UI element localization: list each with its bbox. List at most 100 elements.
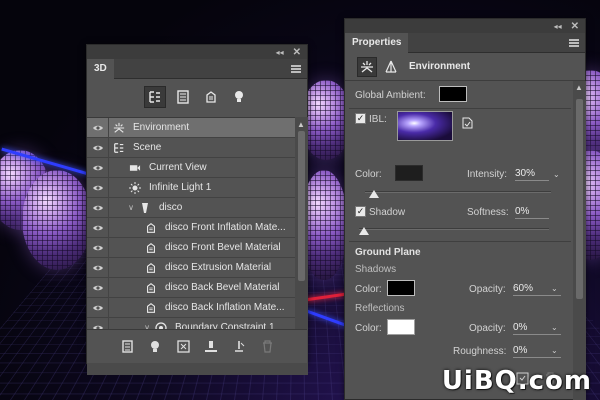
properties-header: Environment	[345, 53, 585, 81]
collapse-icon[interactable]: ◂◂	[276, 48, 284, 57]
close-icon[interactable]: ✕	[293, 47, 301, 58]
constraint-button[interactable]	[231, 339, 247, 355]
new-object-button[interactable]	[175, 339, 191, 355]
shadows-color-label: Color:	[355, 284, 382, 295]
scene-mode-button[interactable]	[381, 57, 401, 77]
softness-slider-knob[interactable]	[359, 227, 369, 235]
chevron-down-icon[interactable]: ⌄	[551, 284, 558, 293]
shadows-opacity-label: Opacity:	[469, 284, 506, 295]
reflections-color-swatch[interactable]	[387, 319, 415, 335]
environment-mode-button[interactable]	[357, 57, 377, 77]
shadow-label: Shadow	[369, 207, 406, 218]
ibl-checkbox[interactable]: ✓	[355, 113, 366, 124]
visibility-eye-icon[interactable]	[87, 158, 109, 178]
ibl-edit-icon[interactable]	[461, 117, 473, 129]
ibl-label: IBL:	[369, 114, 387, 125]
visibility-eye-icon[interactable]	[87, 238, 109, 258]
scroll-up-icon[interactable]: ▲	[575, 83, 583, 92]
expand-chevron-icon[interactable]: ∨	[127, 203, 135, 212]
add-light-button[interactable]	[147, 339, 163, 355]
ground-plane-heading: Ground Plane	[355, 247, 421, 258]
delete-icon	[262, 340, 272, 353]
visibility-eye-icon[interactable]	[87, 258, 109, 278]
softness-slider[interactable]	[359, 228, 549, 230]
tab-3d[interactable]: 3D	[87, 59, 114, 79]
tree-row-label: disco Front Inflation Mate...	[165, 222, 286, 233]
delete-button[interactable]	[259, 339, 275, 355]
panel-3d-bottom-toolbar	[87, 329, 307, 363]
tree-row[interactable]: disco Front Inflation Mate...	[87, 218, 295, 238]
chevron-down-icon[interactable]: ⌄	[551, 346, 558, 355]
tree-row[interactable]: Scene	[87, 138, 295, 158]
visibility-eye-icon[interactable]	[87, 118, 109, 138]
tree-row-label: Current View	[149, 162, 207, 173]
ibl-color-swatch[interactable]	[395, 165, 423, 181]
scroll-up-icon[interactable]: ▲	[297, 120, 305, 129]
visibility-eye-icon[interactable]	[87, 138, 109, 158]
lights-filter-button[interactable]	[228, 86, 250, 108]
close-icon[interactable]: ✕	[571, 21, 579, 32]
tree-row[interactable]: disco Back Bevel Material	[87, 278, 295, 298]
scroll-thumb[interactable]	[576, 99, 583, 299]
environment-icon	[361, 61, 373, 73]
collapse-icon[interactable]: ◂◂	[554, 22, 562, 31]
camera-icon	[129, 162, 141, 174]
properties-scrollbar[interactable]: ▲	[573, 81, 586, 400]
ibl-thumbnail[interactable]	[397, 111, 453, 141]
tree-row-label: disco Extrusion Material	[165, 262, 272, 273]
visibility-eye-icon[interactable]	[87, 198, 109, 218]
global-ambient-label: Global Ambient:	[355, 90, 426, 101]
tree-row[interactable]: Environment	[87, 118, 295, 138]
tree-row-label: disco Back Inflation Mate...	[165, 302, 285, 313]
whole-scene-filter-button[interactable]	[144, 86, 166, 108]
tree-row[interactable]: disco Extrusion Material	[87, 258, 295, 278]
tree-row[interactable]: Current View	[87, 158, 295, 178]
watermark-logo: UiBQ.com	[441, 366, 592, 396]
scroll-thumb[interactable]	[298, 131, 305, 281]
intensity-slider[interactable]	[365, 191, 551, 193]
tab-properties[interactable]: Properties	[345, 33, 409, 53]
panel-3d: ◂◂ ✕ 3D Environment Scene Current View Infi…	[86, 44, 308, 375]
material-icon	[145, 222, 157, 234]
visibility-eye-icon[interactable]	[87, 218, 109, 238]
tree-row-label: Infinite Light 1	[149, 182, 212, 193]
material-icon	[145, 242, 157, 254]
drop-to-ground-button[interactable]	[203, 339, 219, 355]
shadow-checkbox[interactable]: ✓	[355, 206, 366, 217]
materials-filter-button[interactable]	[200, 86, 222, 108]
meshes-filter-button[interactable]	[172, 86, 194, 108]
panel-menu-icon[interactable]	[291, 65, 301, 73]
visibility-eye-icon[interactable]	[87, 178, 109, 198]
global-ambient-swatch[interactable]	[439, 86, 467, 102]
chevron-down-icon[interactable]: ⌄	[553, 170, 560, 179]
tree-row[interactable]: ∨ disco	[87, 198, 295, 218]
tree-row[interactable]: disco Front Bevel Material	[87, 238, 295, 258]
softness-field[interactable]: 0%	[515, 205, 549, 219]
tree-row[interactable]: disco Back Inflation Mate...	[87, 298, 295, 318]
shadows-color-swatch[interactable]	[387, 280, 415, 296]
shadows-heading: Shadows	[355, 264, 397, 275]
tab-bar: 3D	[87, 59, 307, 79]
visibility-eye-icon[interactable]	[87, 298, 109, 318]
tree-row[interactable]: Infinite Light 1	[87, 178, 295, 198]
add-light-icon	[151, 340, 159, 352]
ibl-color-label: Color:	[355, 169, 382, 180]
intensity-slider-knob[interactable]	[369, 190, 380, 198]
render-settings-icon	[121, 340, 133, 353]
tree-row-label: Environment	[133, 122, 190, 133]
properties-body: Global Ambient: ✓ IBL: Color: Intensity:…	[345, 81, 573, 400]
panel-titlebar[interactable]: ◂◂ ✕	[87, 45, 307, 59]
tree-row-label: disco Front Bevel Material	[165, 242, 281, 253]
panel-titlebar[interactable]: ◂◂ ✕	[345, 19, 585, 33]
intensity-field[interactable]: 30%	[515, 167, 549, 181]
panel-menu-icon[interactable]	[569, 39, 579, 47]
tab-bar: Properties	[345, 33, 585, 53]
tree-row-label: disco Back Bevel Material	[165, 282, 280, 293]
chevron-down-icon[interactable]: ⌄	[551, 323, 558, 332]
roughness-label: Roughness:	[453, 346, 507, 357]
material-icon	[145, 282, 157, 294]
softness-label: Softness:	[467, 207, 509, 218]
render-settings-button[interactable]	[119, 339, 135, 355]
visibility-eye-icon[interactable]	[87, 278, 109, 298]
materials-icon	[206, 91, 216, 103]
